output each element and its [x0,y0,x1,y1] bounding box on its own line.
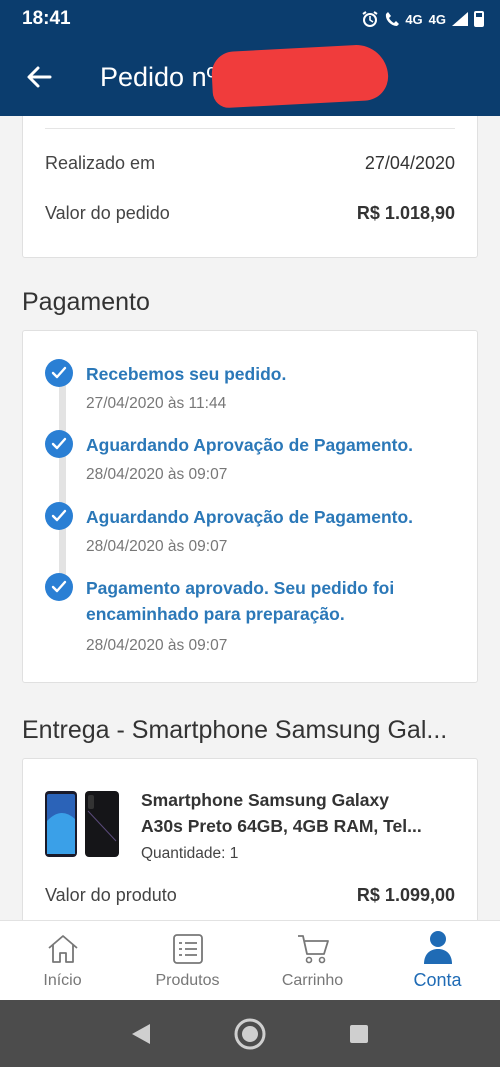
arrow-left-icon [27,66,52,88]
product-image [45,791,119,857]
check-circle-icon [45,573,73,601]
battery-icon [474,11,484,27]
page-title: Pedido nº [100,61,217,92]
home-icon [47,934,78,963]
check-circle-icon [45,430,73,458]
call-icon [386,12,400,26]
list-icon [172,933,203,964]
status-time: 18:41 [22,8,71,29]
signal-icon [452,12,468,26]
timeline-track [59,371,66,595]
step-date: 28/04/2020 às 09:07 [86,538,228,555]
tab-label: Carrinho [281,971,344,989]
order-summary-card: Realizado em 27/04/2020 Valor do pedido … [22,116,478,258]
order-content[interactable]: Realizado em 27/04/2020 Valor do pedido … [0,116,500,920]
step-date: 28/04/2020 às 09:07 [86,637,228,654]
step-status: Aguardando Aprovação de Pagamento. [86,435,414,455]
product-value-label: Valor do produto [45,885,177,905]
tab-label: Conta [413,970,462,990]
check-circle-icon [45,359,73,387]
tab-conta[interactable]: Conta [375,921,500,1000]
order-value-label: Valor do pedido [45,203,170,223]
status-icons: 4G 4G [361,10,484,28]
status-bar: 18:41 4G 4G [0,0,500,38]
tab-label: Produtos [155,971,220,989]
order-date-value: 27/04/2020 [364,153,455,173]
step-status-line1: Pagamento aprovado. Seu pedido foi [86,578,395,598]
step-status: Recebemos seu pedido. [86,364,287,384]
system-navigation-bar [0,1000,500,1067]
product-value-value: R$ 1.099,00 [356,885,455,905]
product-quantity: Quantidade: 1 [141,845,239,862]
user-icon [423,931,452,964]
delivery-card[interactable]: Smartphone Samsung Galaxy A30s Preto 64G… [22,758,478,920]
payment-timeline-card: Recebemos seu pedido. 27/04/2020 às 11:4… [22,330,478,683]
redaction-mark [210,43,390,109]
step-date: 28/04/2020 às 09:07 [86,466,228,483]
order-value-value: R$ 1.018,90 [356,203,455,223]
back-button[interactable] [24,62,54,92]
check-circle-icon [45,502,73,530]
order-value-row: Valor do pedido R$ 1.018,90 [45,203,455,224]
product-name-line2: A30s Preto 64GB, 4GB RAM, Tel... [141,816,422,836]
system-recents-icon[interactable] [348,1023,370,1045]
order-date-row: Realizado em 27/04/2020 [45,153,455,174]
delivery-section-title: Entrega - Smartphone Samsung Gal... [22,716,448,744]
app-bar: Pedido nº [0,38,500,116]
cart-icon [297,934,329,963]
system-back-icon[interactable] [130,1022,152,1046]
step-date: 27/04/2020 às 11:44 [86,395,227,412]
bottom-navigation: Início Produtos Carrinho Conta [0,920,500,1000]
product-value-row: Valor do produto R$ 1.099,00 [45,885,455,906]
order-date-label: Realizado em [45,153,156,173]
step-status-line2: encaminhado para preparação. [86,604,345,624]
network-label-2: 4G [428,11,446,27]
network-label: 4G [405,11,423,27]
step-status: Aguardando Aprovação de Pagamento. [86,507,414,527]
alarm-icon [362,11,378,27]
payment-section-title: Pagamento [22,288,150,316]
tab-produtos[interactable]: Produtos [125,921,250,1000]
divider [45,128,455,129]
product-name-line1: Smartphone Samsung Galaxy [141,790,389,810]
tab-inicio[interactable]: Início [0,921,125,1000]
system-home-icon[interactable] [233,1017,267,1051]
tab-carrinho[interactable]: Carrinho [250,921,375,1000]
tab-label: Início [43,971,82,989]
